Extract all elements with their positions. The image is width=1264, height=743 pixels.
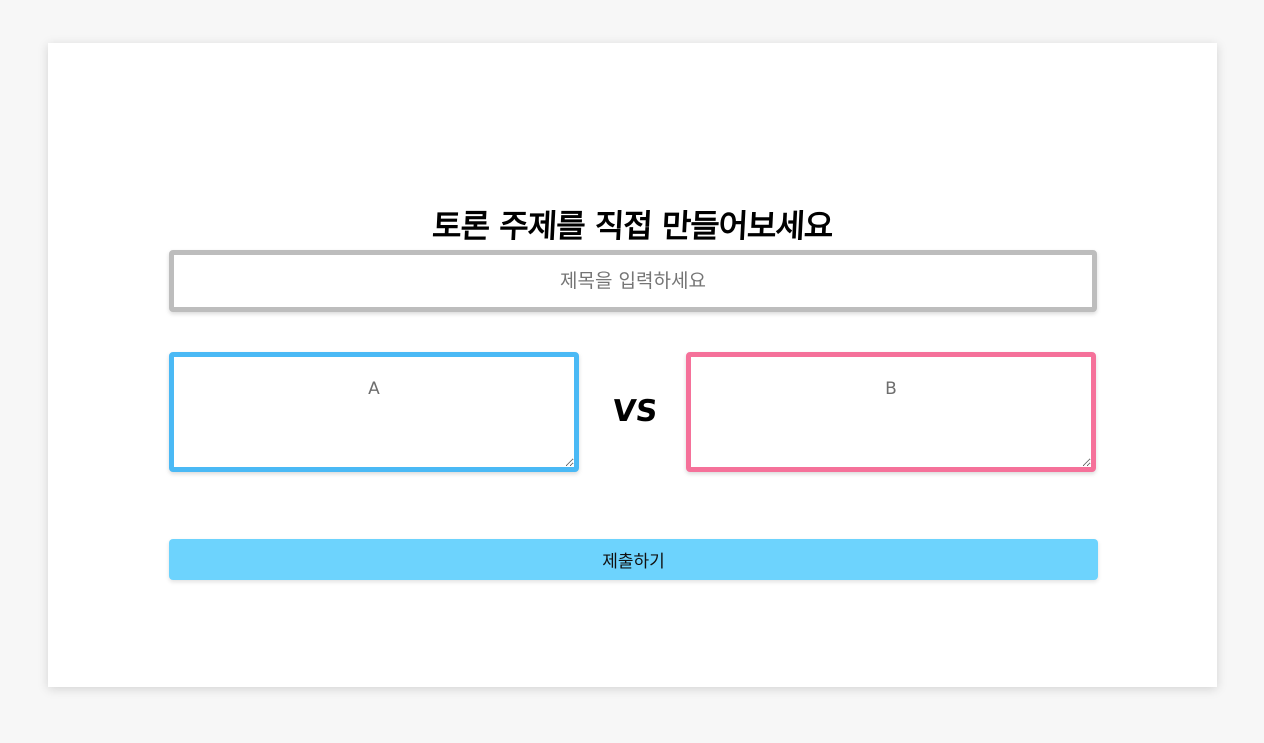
page-title: 토론 주제를 직접 만들어보세요 bbox=[431, 207, 834, 245]
vs-label: VS bbox=[610, 394, 660, 429]
submit-button[interactable]: 제출하기 bbox=[169, 539, 1098, 580]
option-a-textarea[interactable] bbox=[169, 352, 579, 472]
option-b-textarea[interactable] bbox=[686, 352, 1096, 472]
topic-title-input[interactable] bbox=[169, 250, 1097, 312]
create-topic-card: 토론 주제를 직접 만들어보세요 VS 제출하기 bbox=[48, 43, 1217, 687]
